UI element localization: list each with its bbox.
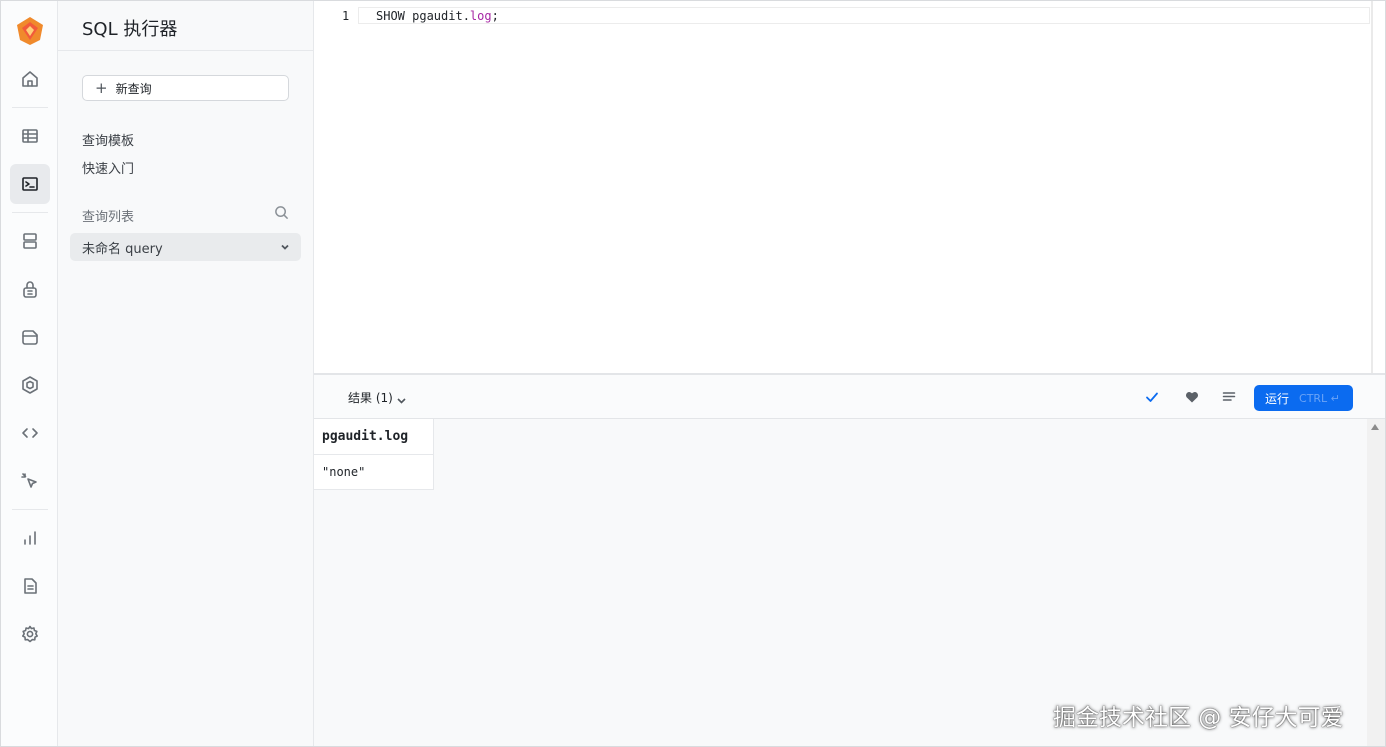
query-list-heading: 查询列表	[82, 210, 135, 225]
plus-icon: +	[95, 78, 108, 97]
current-line-highlight	[358, 7, 1370, 24]
rail-divider	[12, 107, 48, 108]
new-query-label: 新查询	[115, 81, 152, 96]
watermark-text: 掘金技术社区 @ 安仔大可爱	[1053, 705, 1344, 731]
run-shortcut-hint: CTRL ↵	[1299, 391, 1340, 405]
format-icon[interactable]	[1220, 388, 1238, 406]
database-icon[interactable]	[10, 221, 50, 261]
gear-icon[interactable]	[10, 614, 50, 654]
quickstart-link[interactable]: 快速入门	[82, 158, 134, 177]
results-tab[interactable]: 结果 (1)	[348, 389, 393, 406]
run-button[interactable]: 运行 CTRL ↵	[1254, 385, 1353, 411]
code-terminator: ;	[491, 9, 499, 23]
heart-icon[interactable]	[1183, 388, 1201, 406]
results-table: pgaudit.log "none"	[314, 419, 434, 490]
chevron-down-icon[interactable]	[396, 391, 407, 404]
scroll-up-arrow-icon[interactable]	[1371, 424, 1379, 430]
code-icon[interactable]	[10, 413, 50, 453]
cube-icon[interactable]	[10, 365, 50, 405]
results-scrollbar[interactable]	[1367, 419, 1385, 746]
check-icon[interactable]	[1143, 388, 1161, 406]
table-cell[interactable]: "none"	[314, 454, 434, 490]
chart-icon[interactable]	[10, 518, 50, 558]
brand-logo-icon[interactable]	[16, 16, 44, 46]
table-row: "none"	[314, 454, 434, 490]
rail-divider	[12, 509, 48, 510]
home-icon[interactable]	[10, 59, 50, 99]
column-header[interactable]: pgaudit.log	[314, 419, 434, 455]
code-line[interactable]: SHOW pgaudit.log;	[376, 9, 499, 23]
chevron-down-icon[interactable]	[279, 241, 291, 253]
code-keyword: SHOW pgaudit.	[376, 9, 470, 23]
table-icon[interactable]	[10, 116, 50, 156]
lock-icon[interactable]	[10, 269, 50, 309]
cursor-icon[interactable]	[10, 461, 50, 501]
run-button-label: 运行	[1265, 391, 1290, 406]
rail-divider	[12, 212, 48, 213]
sql-sidebar: SQL 执行器 + 新查询 查询模板 快速入门 查询列表 未命名 query	[58, 1, 314, 746]
search-icon[interactable]	[274, 205, 290, 221]
results-grid: pgaudit.log "none"	[314, 419, 1367, 746]
results-toolbar: 结果 (1) 运行 CTRL ↵	[314, 373, 1385, 419]
sidebar-header: SQL 执行器	[58, 1, 313, 51]
icon-rail	[1, 1, 58, 746]
editor-scrollbar[interactable]	[1371, 1, 1373, 373]
new-query-button[interactable]: + 新查询	[82, 75, 289, 101]
query-item-label: 未命名 query	[82, 241, 163, 257]
app-window: SQL 执行器 + 新查询 查询模板 快速入门 查询列表 未命名 query 1…	[0, 0, 1386, 747]
document-icon[interactable]	[10, 566, 50, 606]
line-number: 1	[342, 9, 350, 23]
query-list-item[interactable]: 未命名 query	[70, 233, 301, 261]
storage-icon[interactable]	[10, 317, 50, 357]
code-identifier: log	[469, 9, 492, 23]
query-templates-link[interactable]: 查询模板	[82, 130, 134, 149]
table-header-row: pgaudit.log	[314, 419, 434, 455]
sql-editor[interactable]: 1 SHOW pgaudit.log;	[314, 1, 1385, 373]
terminal-icon[interactable]	[10, 164, 50, 204]
page-title: SQL 执行器	[82, 19, 178, 40]
